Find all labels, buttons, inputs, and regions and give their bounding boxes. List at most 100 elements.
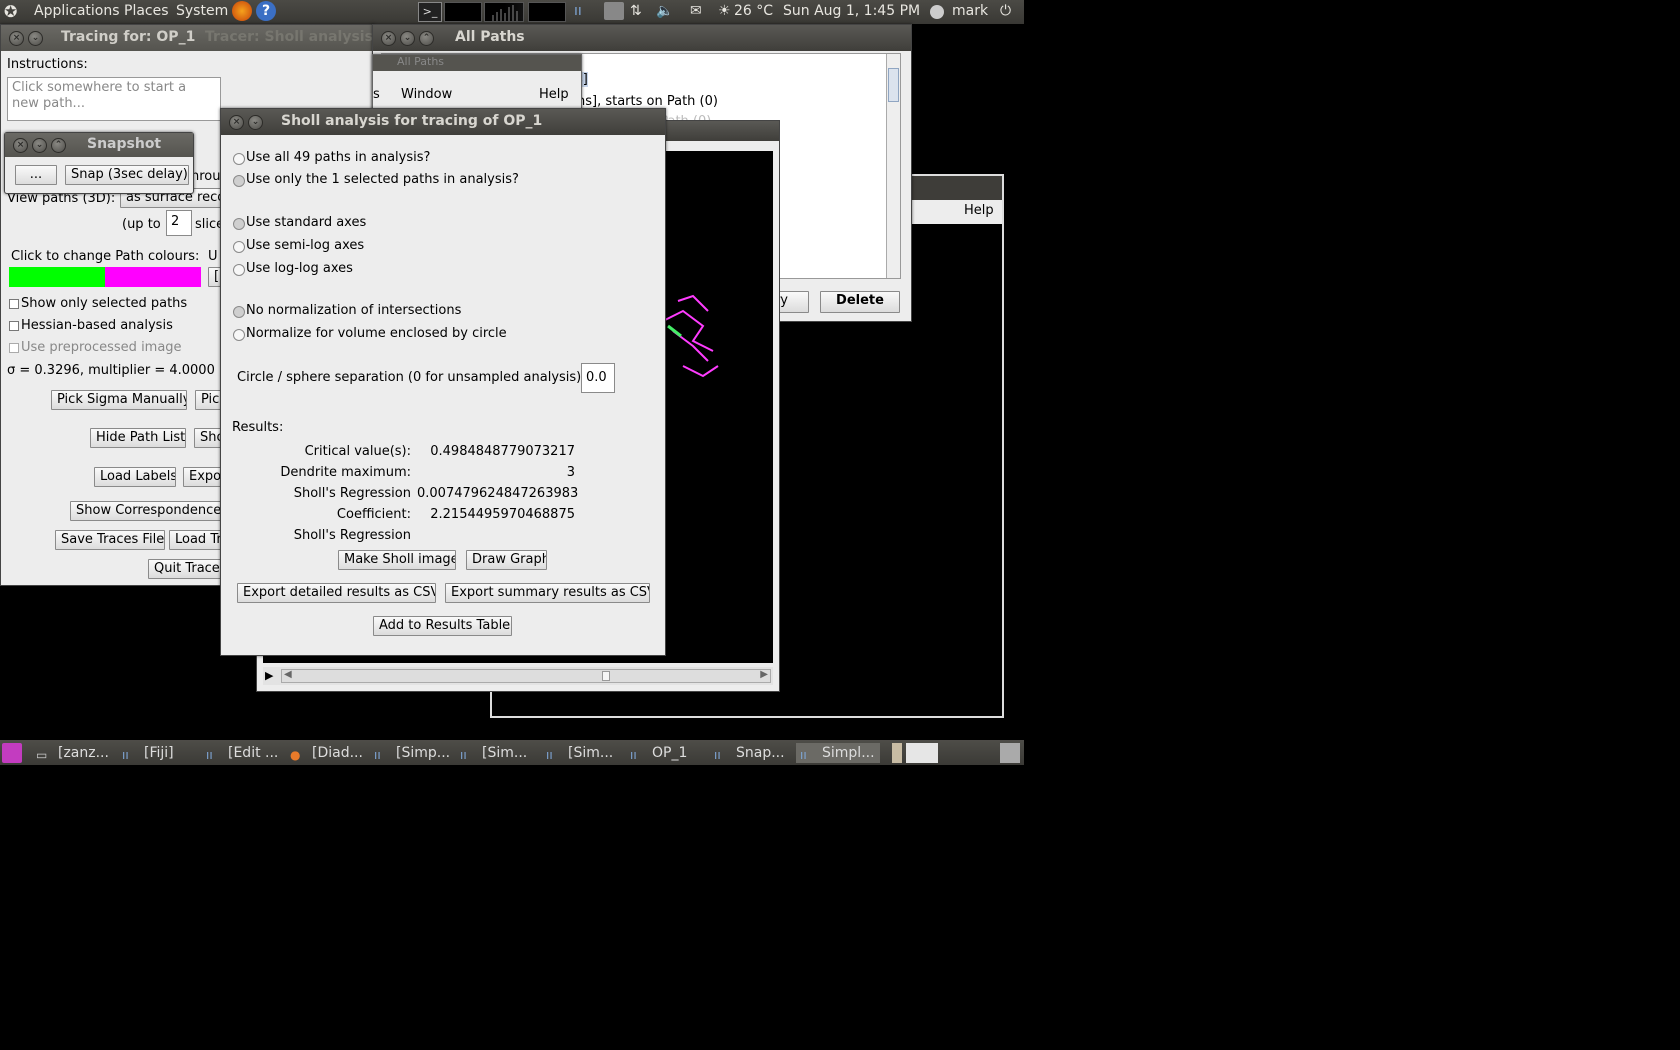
delete-button[interactable]: Delete xyxy=(820,291,900,313)
show-selected-checkbox[interactable] xyxy=(9,299,19,309)
user-name[interactable]: mark xyxy=(952,3,988,19)
printer-icon[interactable] xyxy=(604,2,624,20)
all-paths-titlebar[interactable]: × ⌄ ⌃ All Paths xyxy=(373,25,911,51)
close-icon[interactable]: × xyxy=(229,115,244,130)
cpu-monitor xyxy=(444,2,482,22)
fiji-icon: ıı xyxy=(460,748,467,762)
add-to-results-button[interactable]: Add to Results Table xyxy=(373,616,512,636)
firefox-icon[interactable] xyxy=(232,1,252,21)
stack-scrollbar[interactable]: ◀ ▶ xyxy=(281,669,771,683)
task-button[interactable]: ıı [Fiji] xyxy=(122,743,200,763)
task-button[interactable]: ıı Snap... xyxy=(714,743,794,763)
show-correspondences-button[interactable]: Show Correspondences xyxy=(70,501,226,521)
path-tree-scrollbar[interactable] xyxy=(886,54,900,278)
menu-system[interactable]: System xyxy=(176,3,228,19)
deselected-path-colour-swatch[interactable] xyxy=(105,267,201,287)
menu-help[interactable]: Help xyxy=(539,87,569,102)
menu-fragment[interactable]: s xyxy=(373,87,380,102)
task-button[interactable]: ıı OP_1 xyxy=(630,743,710,763)
radio-loglog-axes-label: Use log-log axes xyxy=(246,261,353,276)
weather-temperature[interactable]: 26 °C xyxy=(734,3,773,19)
task-button[interactable]: ıı [Sim... xyxy=(460,743,540,763)
task-button[interactable]: ▭ [zanz... xyxy=(36,743,116,763)
power-icon[interactable]: ⏻ xyxy=(1000,3,1011,19)
tracing-title-ghost: Tracer: Sholl analysis xyxy=(205,29,373,45)
volume-icon[interactable]: 🔈 xyxy=(656,3,673,19)
menu-places[interactable]: Places xyxy=(124,3,169,19)
hide-path-list-button[interactable]: Hide Path List xyxy=(90,428,186,448)
mail-icon[interactable]: ✉ xyxy=(690,3,702,19)
menu-window[interactable]: Window xyxy=(401,87,452,102)
radio-standard-axes[interactable] xyxy=(233,218,245,230)
minimize-icon[interactable]: ⌄ xyxy=(28,31,43,46)
scrollbar-thumb[interactable] xyxy=(888,68,899,102)
browse-button[interactable]: ... xyxy=(15,165,57,185)
radio-no-normalization[interactable] xyxy=(233,306,245,318)
load-labels-button[interactable]: Load Labels xyxy=(94,467,176,487)
firefox-icon: ● xyxy=(290,748,301,762)
snapshot-titlebar[interactable]: × ⌄ ⌃ Snapshot xyxy=(5,133,193,157)
path-tree-line-2[interactable]: ns], starts on Path (0) xyxy=(577,94,718,109)
fiji-icon[interactable]: ıı xyxy=(574,3,582,19)
radio-selected-paths-label: Use only the 1 selected paths in analysi… xyxy=(246,172,519,187)
radio-no-normalization-label: No normalization of intersections xyxy=(246,303,462,318)
quit-tracer-button[interactable]: Quit Tracer xyxy=(148,559,226,579)
preprocessed-checkbox[interactable] xyxy=(9,343,19,353)
sholl-titlebar[interactable]: × ⌄ Sholl analysis for tracing of OP_1 xyxy=(221,109,665,135)
ubuntu-logo-icon[interactable]: ✪ xyxy=(4,2,17,21)
load-traces-fragment-button[interactable]: Load Tr xyxy=(169,530,225,550)
minimize-icon[interactable]: ⌄ xyxy=(32,138,47,153)
fiji-icon: ıı xyxy=(546,748,553,762)
save-traces-button[interactable]: Save Traces File xyxy=(55,530,165,550)
close-icon[interactable]: × xyxy=(9,31,24,46)
close-icon[interactable]: × xyxy=(13,138,28,153)
task-button[interactable]: ıı [Edit ... xyxy=(206,743,286,763)
radio-selected-paths[interactable] xyxy=(233,175,245,187)
top-panel: ✪ Applications Places System ? >_ ıı ⇅ 🔈… xyxy=(0,0,1024,24)
image-menu-help[interactable]: Help xyxy=(964,203,994,218)
minimize-icon[interactable]: ⌄ xyxy=(248,115,263,130)
export-summary-button[interactable]: Export summary results as CSV xyxy=(445,583,650,603)
menu-applications[interactable]: Applications xyxy=(34,3,120,19)
hessian-checkbox[interactable] xyxy=(9,321,19,331)
stack-slider-bar[interactable]: ▶ ◀ ▶ xyxy=(263,667,773,685)
scroll-right-icon[interactable]: ▶ xyxy=(760,669,768,680)
task-label: OP_1 xyxy=(652,745,688,761)
clock[interactable]: Sun Aug 1, 1:45 PM xyxy=(783,3,920,19)
radio-all-paths[interactable] xyxy=(233,153,245,165)
radio-normalize-volume[interactable] xyxy=(233,329,245,341)
trash-icon[interactable] xyxy=(1000,743,1020,763)
minimize-icon[interactable]: ⌄ xyxy=(400,31,415,46)
selected-path-colour-swatch[interactable] xyxy=(9,267,105,287)
separation-input[interactable]: 0.0 xyxy=(581,363,615,393)
terminal-icon[interactable]: >_ xyxy=(418,2,442,22)
close-icon[interactable]: × xyxy=(381,31,396,46)
task-button[interactable]: ıı [Sim... xyxy=(546,743,626,763)
pick-sigma-button[interactable]: Pick Sigma Manually xyxy=(51,390,187,410)
result-value: 0.007479624847263983 xyxy=(417,486,579,501)
radio-all-paths-label: Use all 49 paths in analysis? xyxy=(246,150,431,165)
export-fragment-button[interactable]: Expo xyxy=(183,467,223,487)
network-arrows-icon[interactable]: ⇅ xyxy=(630,3,642,19)
help-icon[interactable]: ? xyxy=(256,1,276,21)
radio-loglog-axes[interactable] xyxy=(233,264,245,276)
maximize-icon[interactable]: ⌃ xyxy=(419,31,434,46)
snap-button[interactable]: Snap (3sec delay) xyxy=(65,165,189,185)
task-button[interactable]: ıı [Simp... xyxy=(374,743,454,763)
radio-semilog-axes[interactable] xyxy=(233,241,245,253)
export-detailed-button[interactable]: Export detailed results as CSV xyxy=(237,583,436,603)
task-button[interactable]: ● [Diad... xyxy=(290,743,370,763)
make-sholl-image-button[interactable]: Make Sholl image xyxy=(338,550,456,570)
tracing-titlebar[interactable]: × ⌄ Tracing for: OP_1 Tracer: Sholl analy… xyxy=(1,25,373,51)
workspace-2[interactable] xyxy=(906,743,938,763)
fiji-icon: ıı xyxy=(800,748,807,762)
stack-scroll-thumb[interactable] xyxy=(602,671,610,681)
task-button-active[interactable]: ıı Simpl... xyxy=(796,743,880,763)
maximize-icon[interactable]: ⌃ xyxy=(51,138,66,153)
workspace-1[interactable] xyxy=(892,743,902,763)
play-icon[interactable]: ▶ xyxy=(265,669,273,682)
show-desktop-icon[interactable] xyxy=(2,743,22,763)
scroll-left-icon[interactable]: ◀ xyxy=(284,669,292,680)
upto-slices-field[interactable]: 2 xyxy=(166,210,192,236)
draw-graph-button[interactable]: Draw Graph xyxy=(466,550,547,570)
